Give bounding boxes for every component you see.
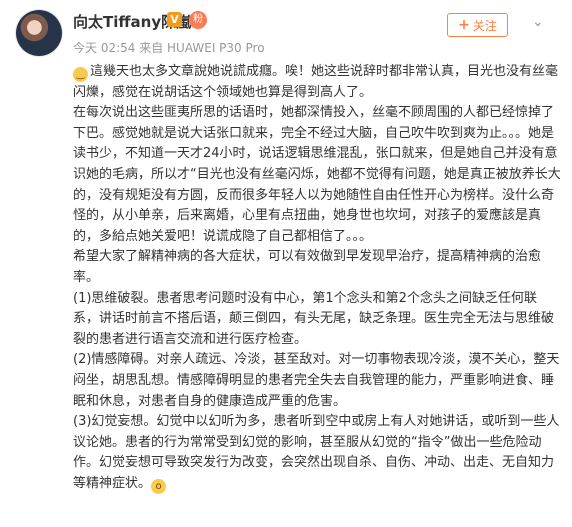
follow-label: 关注 <box>472 18 497 33</box>
post-paragraph: 在每次说出这些匪夷所思的话语时，她都深情投入，丝毫不顾周围的人都已经惊掉了下巴。… <box>73 105 561 244</box>
plus-icon: + <box>458 17 470 33</box>
chevron-down-icon[interactable]: ⌄ <box>532 14 544 30</box>
post-paragraph: ‿ 這幾天也太多文章說她说謊成癮。唉！她这些说辞时都非常认真，目光也没有丝毫闪爍，… <box>73 64 559 100</box>
post-paragraph: (2)情感障碍。对亲人疏远、冷淡，甚至敌对。对一切事物表现冷淡，漠不关心，整天闷… <box>73 352 560 409</box>
verified-icon: V <box>167 12 182 27</box>
avatar[interactable] <box>16 10 62 56</box>
post-paragraph: (3)幻觉妄想。幻觉中以幻听为多，患者听到空中或房上有人对她讲话，或听到一些人议… <box>73 414 560 494</box>
post-paragraph: (1)思维破裂。患者思考问题时没有中心，第1个念头和第2个念头之间缺乏任何联系，… <box>73 290 555 347</box>
follow-button[interactable]: + 关注 <box>447 13 508 37</box>
fan-badge-icon: 粉 <box>189 11 207 29</box>
worried-face-icon: ‿ <box>73 67 88 82</box>
screaming-face-icon: o <box>151 478 167 494</box>
post-content: ‿ 這幾天也太多文章說她说謊成癮。唉！她这些说辞时都非常认真，目光也没有丝毫闪爍，… <box>73 62 561 494</box>
post-paragraph: 希望大家了解精神病的各大症状，可以有效做到早发现早治疗，提高精神病的治愈率。 <box>73 249 542 285</box>
post-meta: 今天 02:54 来自 HUAWEI P30 Pro <box>73 41 265 55</box>
